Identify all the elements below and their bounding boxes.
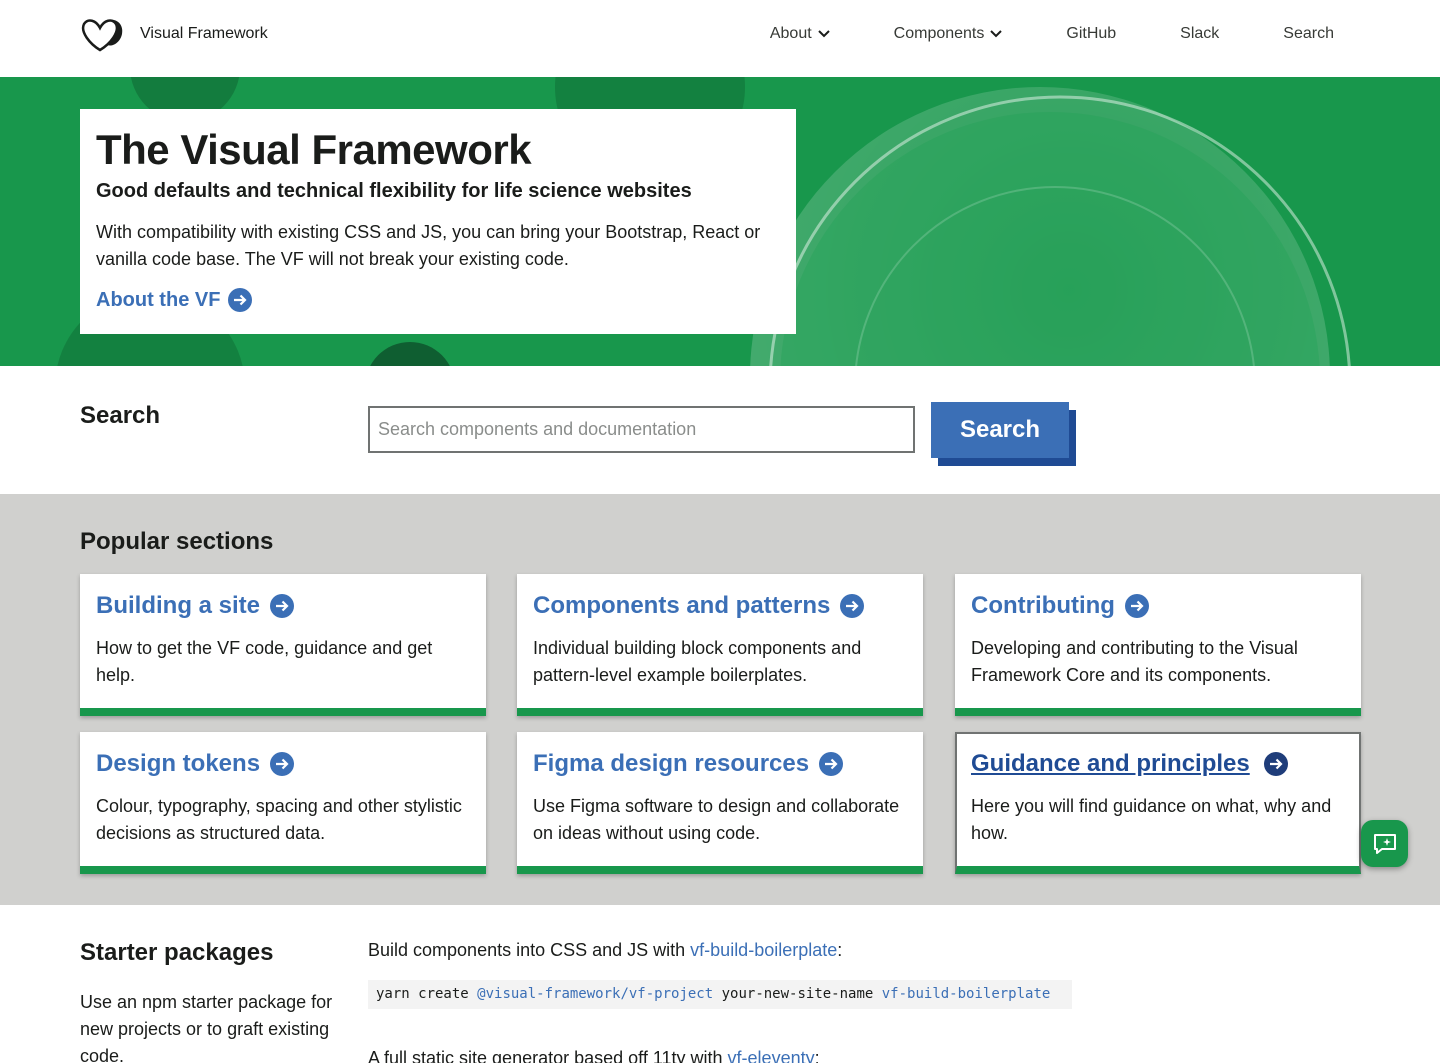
card-contributing[interactable]: Contributing Developing and contributing… — [955, 574, 1361, 716]
starter-line-eleventy: A full static site generator based off 1… — [368, 1045, 820, 1063]
card-design-tokens[interactable]: Design tokens Colour, typography, spacin… — [80, 732, 486, 874]
vf-build-boilerplate-link[interactable]: vf-build-boilerplate — [690, 940, 837, 960]
about-vf-link[interactable]: About the VF — [96, 288, 253, 312]
arrow-right-circle-icon — [840, 594, 865, 618]
starter-line-boilerplate: Build components into CSS and JS with vf… — [368, 940, 843, 960]
card-title-link[interactable]: Components and patterns — [533, 590, 907, 622]
hero-title: The Visual Framework — [96, 126, 532, 173]
arrow-right-circle-icon — [819, 752, 844, 776]
chat-button[interactable] — [1361, 820, 1408, 867]
card-text: Individual building block components and… — [533, 638, 862, 685]
card-guidance-and-principles[interactable]: Guidance and principles Here you will fi… — [955, 732, 1361, 874]
starter-packages: Starter packages Use an npm starter pack… — [0, 905, 1440, 1063]
starter-description: Use an npm starter package for new proje… — [80, 992, 333, 1063]
brand-name: Visual Framework — [140, 25, 268, 42]
nav-github[interactable]: GitHub — [1066, 24, 1116, 44]
arrow-right-circle-icon — [270, 594, 295, 618]
arrow-right-circle-icon — [270, 752, 295, 776]
site-header: Visual Framework About Components GitHub… — [0, 0, 1440, 77]
card-figma-design-resources[interactable]: Figma design resources Use Figma softwar… — [517, 732, 923, 874]
card-title-link[interactable]: Guidance and principles — [971, 748, 1345, 780]
hero-banner: The Visual Framework Good defaults and t… — [0, 77, 1440, 366]
chevron-down-icon — [817, 30, 830, 38]
arrow-right-circle-icon — [228, 288, 253, 312]
hero-text: With compatibility with existing CSS and… — [96, 222, 761, 269]
chevron-down-icon — [990, 30, 1003, 38]
main-nav: About Components GitHub Slack Search — [770, 24, 1334, 44]
card-text: Colour, typography, spacing and other st… — [96, 796, 462, 843]
card-text: How to get the VF code, guidance and get… — [96, 638, 433, 685]
card-text: Developing and contributing to the Visua… — [971, 638, 1298, 685]
search-heading: Search — [80, 402, 161, 429]
arrow-right-circle-icon — [1263, 752, 1288, 776]
chat-sparkle-icon — [1373, 833, 1396, 854]
vf-eleventy-link[interactable]: vf-eleventy — [728, 1048, 815, 1063]
card-title-link[interactable]: Building a site — [96, 590, 470, 622]
vf-logo-icon — [81, 19, 123, 52]
search-button[interactable]: Search — [931, 402, 1069, 458]
hero-subtitle: Good defaults and technical flexibility … — [96, 180, 692, 202]
card-title-link[interactable]: Design tokens — [96, 748, 470, 780]
code-package-name: @visual-framework/vf-project — [477, 986, 714, 1002]
hero-card: The Visual Framework Good defaults and t… — [80, 109, 796, 334]
search-input[interactable] — [368, 406, 915, 453]
card-title-link[interactable]: Figma design resources — [533, 748, 907, 780]
nav-search[interactable]: Search — [1283, 24, 1334, 44]
card-text: Here you will find guidance on what, why… — [971, 796, 1332, 843]
nav-about[interactable]: About — [770, 24, 830, 44]
arrow-right-circle-icon — [1124, 594, 1149, 618]
search-section: Search Search — [0, 366, 1440, 494]
nav-components[interactable]: Components — [894, 24, 1003, 44]
nav-slack[interactable]: Slack — [1180, 24, 1219, 44]
popular-sections: Popular sections Building a site How to … — [0, 494, 1440, 905]
code-block: yarn create @visual-framework/vf-project… — [368, 980, 1072, 1009]
card-building-a-site[interactable]: Building a site How to get the VF code, … — [80, 574, 486, 716]
code-template-name: vf-build-boilerplate — [881, 986, 1051, 1002]
brand-link[interactable]: Visual Framework — [80, 16, 268, 52]
starter-heading: Starter packages — [80, 939, 274, 966]
card-text: Use Figma software to design and collabo… — [533, 796, 900, 843]
card-title-link[interactable]: Contributing — [971, 590, 1345, 622]
popular-heading: Popular sections — [80, 528, 274, 555]
card-components-and-patterns[interactable]: Components and patterns Individual build… — [517, 574, 923, 716]
